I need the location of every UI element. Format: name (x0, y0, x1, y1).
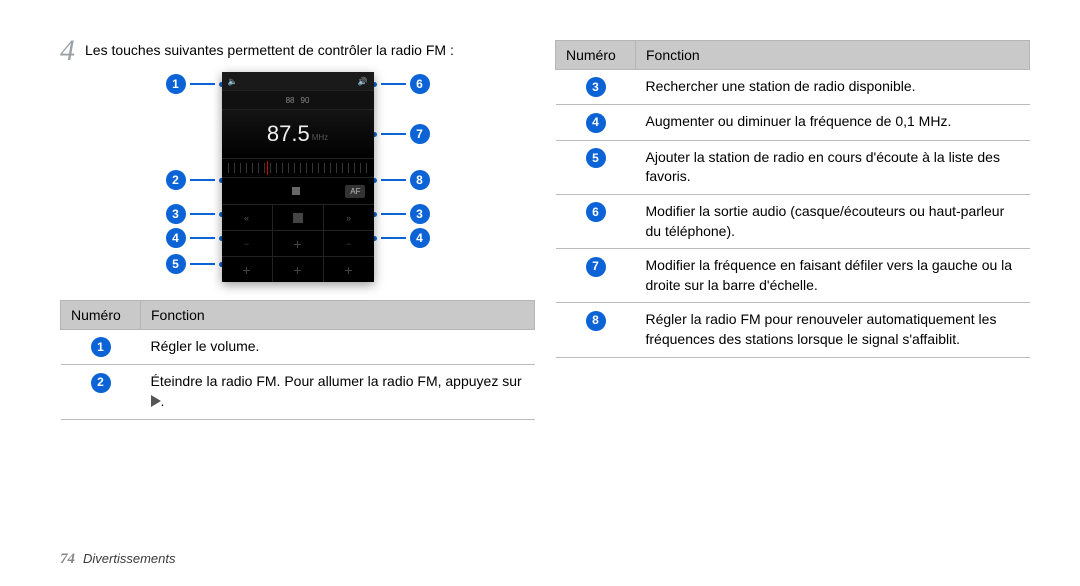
page-number: 74 (60, 551, 75, 568)
callout-6: 6 (410, 74, 430, 94)
row-fn: Éteindre la radio FM. Pour allumer la ra… (141, 365, 535, 419)
radio-device: 🔈 🔊 88 90 87.5 MHz AF (222, 72, 374, 282)
table-head-number: Numéro (556, 41, 636, 70)
callout-7: 7 (410, 124, 430, 144)
frequency-unit: MHz (312, 133, 328, 142)
section-title: Divertissements (83, 551, 175, 566)
radio-seek-row: « » (222, 204, 374, 230)
row-fn: Rechercher une station de radio disponib… (636, 70, 1030, 105)
radio-top-bar: 🔈 🔊 (222, 72, 374, 90)
minus-right-icon: − (324, 231, 374, 256)
seek-left-icon: « (222, 205, 273, 230)
table-row: 6 Modifier la sortie audio (casque/écout… (556, 195, 1030, 249)
volume-icon: 🔈 (228, 77, 238, 86)
frequency-value: 87.5 (267, 121, 310, 147)
row-num: 6 (586, 202, 606, 222)
plus-mid-icon: + (273, 231, 324, 256)
step-text: Les touches suivantes permettent de cont… (85, 40, 454, 66)
radio-fav-row: + + + (222, 256, 374, 282)
table-head-function: Fonction (141, 301, 535, 330)
step-4: 4 Les touches suivantes permettent de co… (60, 40, 535, 66)
row-fn: Ajouter la station de radio en cours d'é… (636, 140, 1030, 194)
step-number: 4 (60, 36, 75, 66)
plus-fav-left: + (222, 257, 273, 282)
callouts-right: 6 7 8 3 4 (374, 72, 430, 282)
table-row: 2 Éteindre la radio FM. Pour allumer la … (61, 365, 535, 419)
radio-frequency-display: 87.5 MHz (222, 110, 374, 158)
function-table-left: Numéro Fonction 1 Régler le volume. 2 Ét… (60, 300, 535, 420)
seek-right-icon: » (324, 205, 374, 230)
callout-2: 2 (166, 170, 186, 190)
table-row: 5 Ajouter la station de radio en cours d… (556, 140, 1030, 194)
right-column: Numéro Fonction 3 Rechercher une station… (555, 40, 1030, 420)
table-row: 8 Régler la radio FM pour renouveler aut… (556, 303, 1030, 357)
stop-icon (292, 187, 300, 195)
plus-fav-mid: + (273, 257, 324, 282)
radio-scale (222, 158, 374, 178)
row-fn: Modifier la sortie audio (casque/écouteu… (636, 195, 1030, 249)
plus-fav-right: + (324, 257, 374, 282)
callout-3-left: 3 (166, 204, 186, 224)
table-head-number: Numéro (61, 301, 141, 330)
callout-5: 5 (166, 254, 186, 274)
row-num: 3 (586, 77, 606, 97)
page-footer: 74 Divertissements (60, 551, 175, 568)
table-row: 1 Régler le volume. (61, 330, 535, 365)
row-fn: Augmenter ou diminuer la fréquence de 0,… (636, 105, 1030, 140)
radio-figure: 1 2 3 4 5 6 7 8 3 4 🔈 🔊 (60, 72, 535, 282)
function-table-right: Numéro Fonction 3 Rechercher une station… (555, 40, 1030, 358)
preset-2: 90 (301, 96, 310, 105)
row-fn: Régler la radio FM pour renouveler autom… (636, 303, 1030, 357)
callout-3-right: 3 (410, 204, 430, 224)
table-row: 3 Rechercher une station de radio dispon… (556, 70, 1030, 105)
callout-4-left: 4 (166, 228, 186, 248)
row-fn-prefix: Éteindre la radio FM. Pour allumer la ra… (151, 373, 522, 389)
table-row: 7 Modifier la fréquence en faisant défil… (556, 249, 1030, 303)
radio-tune-row: − + − (222, 230, 374, 256)
play-icon (151, 395, 161, 407)
page: 4 Les touches suivantes permettent de co… (0, 0, 1080, 460)
row-num: 5 (586, 148, 606, 168)
table-head-function: Fonction (636, 41, 1030, 70)
radio-presets: 88 90 (222, 90, 374, 110)
callout-4-right: 4 (410, 228, 430, 248)
row-num: 1 (91, 337, 111, 357)
callout-1: 1 (166, 74, 186, 94)
row-num: 4 (586, 113, 606, 133)
speaker-icon: 🔊 (358, 77, 368, 86)
row-num: 7 (586, 257, 606, 277)
af-button: AF (345, 185, 365, 198)
minus-left-icon: − (222, 231, 273, 256)
table-row: 4 Augmenter ou diminuer la fréquence de … (556, 105, 1030, 140)
row-num: 2 (91, 373, 111, 393)
left-column: 4 Les touches suivantes permettent de co… (60, 40, 535, 420)
row-fn-suffix: . (161, 393, 165, 409)
seek-center-icon (273, 205, 324, 230)
row-num: 8 (586, 311, 606, 331)
radio-stop-af-row: AF (222, 178, 374, 204)
row-fn: Modifier la fréquence en faisant défiler… (636, 249, 1030, 303)
callout-8: 8 (410, 170, 430, 190)
callouts-left: 1 2 3 4 5 (166, 72, 222, 282)
preset-1: 88 (286, 96, 295, 105)
row-fn: Régler le volume. (141, 330, 535, 365)
